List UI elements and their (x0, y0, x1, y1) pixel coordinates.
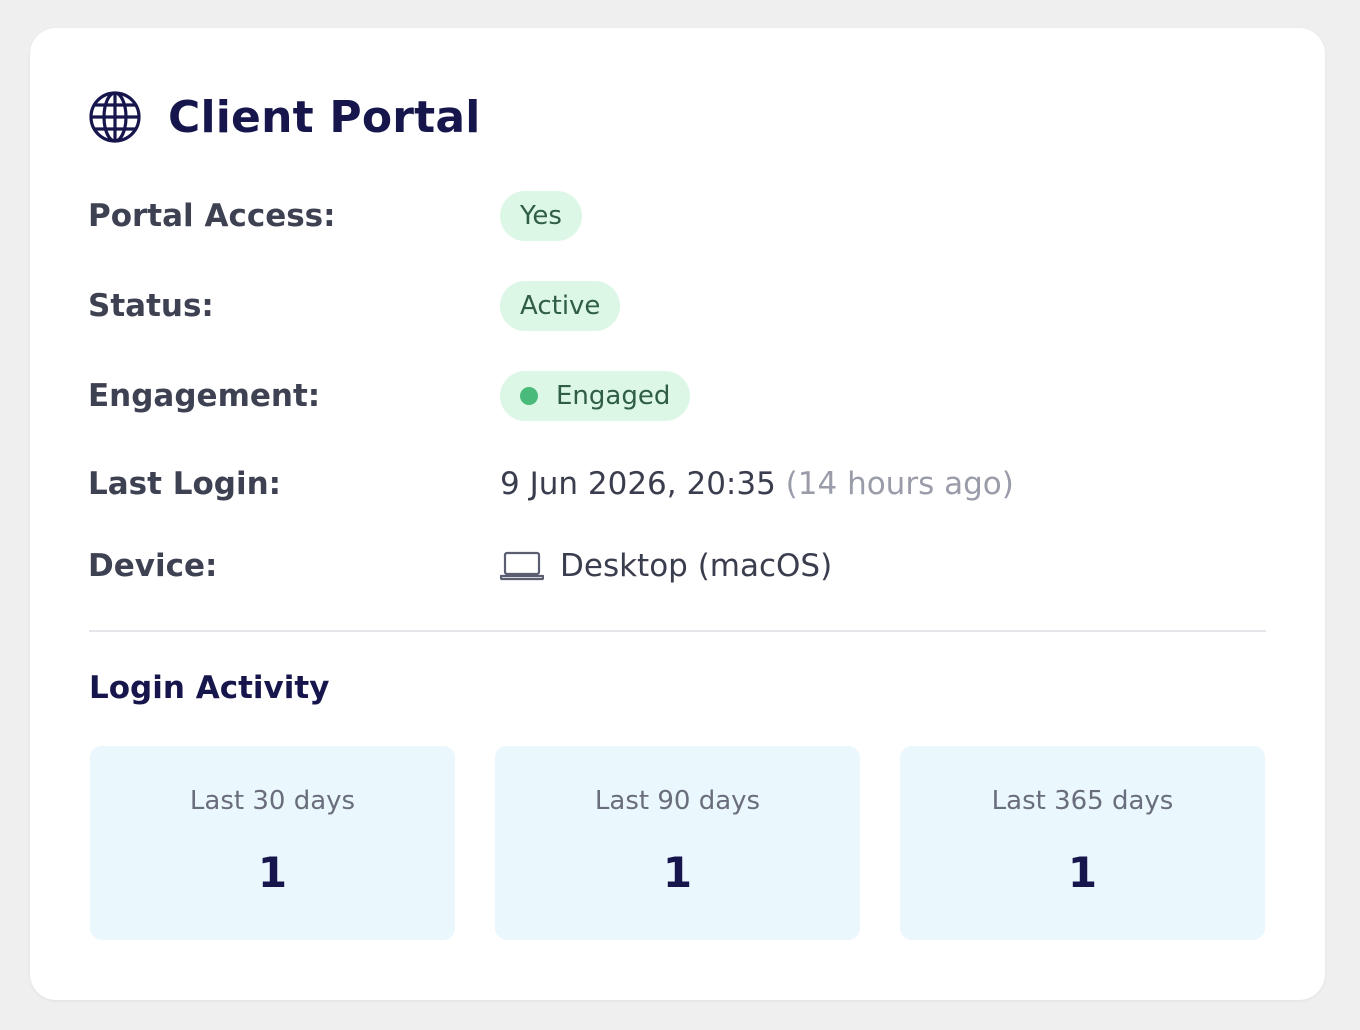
card-title: Client Portal (168, 91, 481, 143)
last-login-value: 9 Jun 2026, 20:35 (14 hours ago) (500, 466, 1014, 502)
login-activity-title: Login Activity (89, 670, 330, 706)
stat-value: 1 (1067, 848, 1098, 897)
laptop-icon (500, 551, 544, 581)
stat-value: 1 (257, 848, 288, 897)
engagement-label: Engagement: (88, 378, 321, 414)
stat-label: Last 30 days (189, 786, 356, 816)
globe-icon (89, 91, 141, 143)
status-row: Status: Active (88, 280, 621, 332)
stat-label: Last 90 days (594, 786, 761, 816)
last-login-label: Last Login: (88, 466, 282, 502)
portal-access-label: Portal Access: (88, 198, 336, 234)
stat-card-30-days: Last 30 days 1 (90, 746, 455, 940)
stat-card-90-days: Last 90 days 1 (495, 746, 860, 940)
portal-access-row: Portal Access: Yes (88, 190, 582, 242)
portal-access-badge: Yes (500, 191, 582, 241)
card-header: Client Portal (88, 88, 481, 146)
engaged-dot-icon (520, 387, 538, 405)
engagement-badge: Engaged (500, 371, 691, 421)
divider (89, 630, 1266, 632)
login-activity-stats: Last 30 days 1 Last 90 days 1 Last 365 d… (90, 746, 1265, 940)
client-portal-card: Client Portal Portal Access: Yes Status:… (30, 28, 1325, 1000)
engagement-row: Engagement: Engaged (88, 370, 691, 422)
stat-value: 1 (662, 848, 693, 897)
device-value: Desktop (macOS) (560, 548, 833, 584)
stat-label: Last 365 days (991, 786, 1174, 816)
engagement-value: Engaged (556, 381, 671, 411)
device-row: Device: Desktop (macOS) (88, 540, 832, 592)
device-label: Device: (88, 548, 218, 584)
last-login-relative: (14 hours ago) (785, 466, 1014, 502)
stat-card-365-days: Last 365 days 1 (900, 746, 1265, 940)
last-login-date: 9 Jun 2026, 20:35 (500, 466, 776, 502)
status-badge: Active (500, 281, 621, 331)
status-label: Status: (88, 288, 214, 324)
last-login-row: Last Login: 9 Jun 2026, 20:35 (14 hours … (88, 458, 1014, 510)
